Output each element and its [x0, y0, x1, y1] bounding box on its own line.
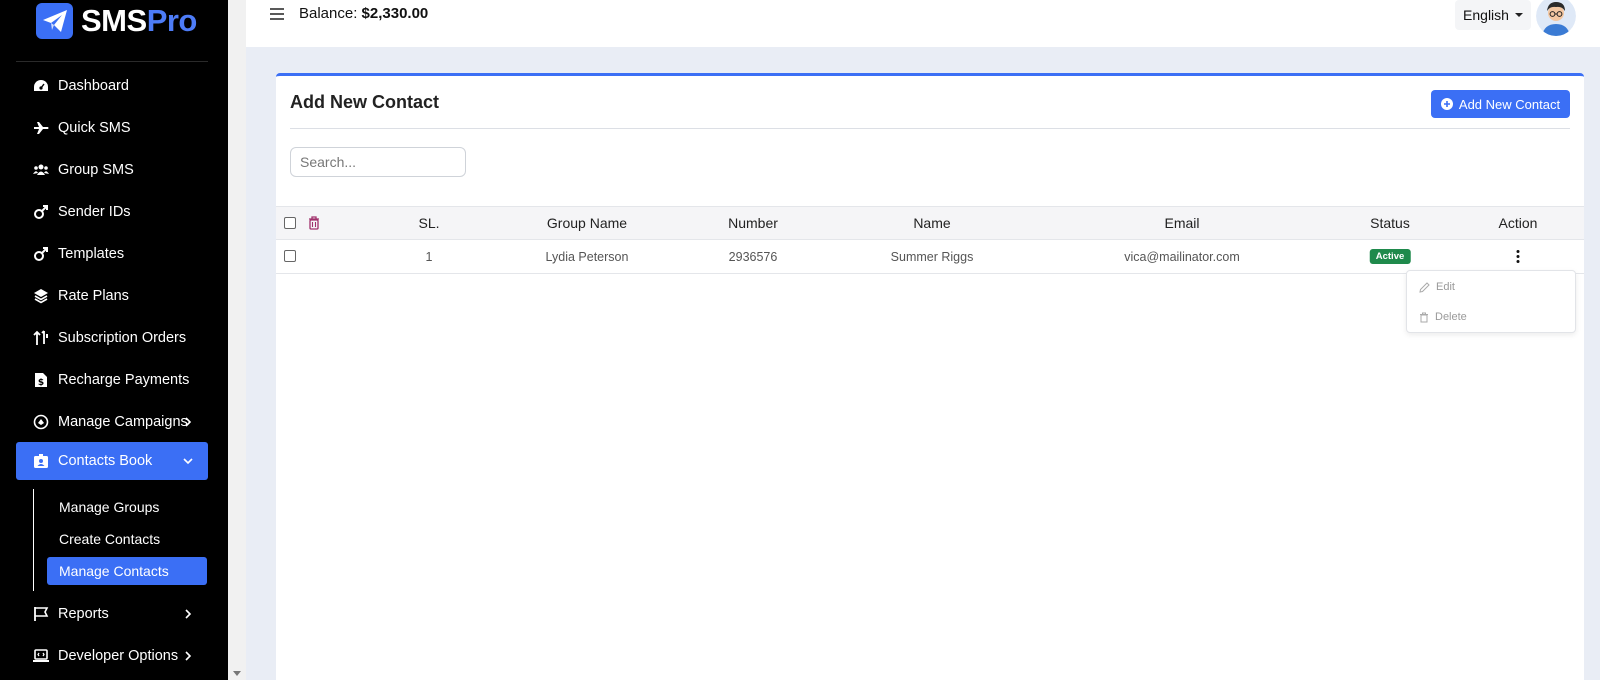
balance-amount: $2,330.00	[361, 5, 429, 22]
delete-label: Delete	[1435, 311, 1467, 323]
trash-icon	[1420, 312, 1428, 322]
brand-logo[interactable]: SMSPro	[36, 3, 197, 39]
sidebar-item-sender-ids[interactable]: Sender IDs	[16, 193, 208, 231]
sidebar-item-label: Rate Plans	[58, 288, 129, 304]
submenu-item-create-contacts[interactable]: Create Contacts	[47, 525, 207, 553]
language-label: English	[1463, 7, 1509, 23]
delete-menu-item[interactable]: Delete	[1419, 307, 1467, 327]
sidebar-item-reports[interactable]: Reports	[16, 595, 208, 633]
sidebar-item-contacts-book[interactable]: Contacts Book	[16, 442, 208, 480]
row-checkbox[interactable]	[284, 250, 296, 262]
scroll-down-arrow-icon[interactable]	[233, 671, 241, 676]
mars-icon	[32, 203, 50, 221]
flag-icon	[32, 605, 50, 623]
submenu-guide-line	[33, 489, 34, 591]
sidebar-item-templates[interactable]: Templates	[16, 235, 208, 273]
sidebar-item-label: Reports	[58, 606, 109, 622]
sidebar-item-quick-sms[interactable]: Quick SMS	[16, 109, 208, 147]
mars-icon	[32, 245, 50, 263]
table-header: SL. Group Name Number Name Email Status …	[276, 206, 1584, 240]
sidebar-item-label: Dashboard	[58, 78, 129, 94]
sidebar-item-subscription-orders[interactable]: Subscription Orders	[16, 319, 208, 357]
kebab-menu-icon[interactable]	[1511, 248, 1526, 265]
sidebar-item-group-sms[interactable]: Group SMS	[16, 151, 208, 189]
sidebar-item-developer-options[interactable]: Developer Options	[16, 637, 208, 675]
row-action-dropdown: Edit Delete	[1406, 270, 1576, 333]
logo-divider	[16, 61, 208, 62]
cell-action	[1511, 240, 1526, 273]
sidebar-item-recharge-payments[interactable]: $ Recharge Payments	[16, 361, 208, 399]
column-header-email: Email	[1164, 215, 1200, 231]
add-new-contact-label: Add New Contact	[1458, 96, 1561, 112]
select-all-checkbox[interactable]	[284, 217, 296, 229]
plane-icon	[32, 119, 50, 137]
sidebar-item-label: Group SMS	[58, 162, 134, 178]
caret-down-icon	[1514, 13, 1523, 17]
campaign-icon	[32, 413, 50, 431]
dashboard-gauge-icon	[32, 77, 50, 95]
cell-status: Active	[1369, 240, 1411, 273]
column-header-group-name: Group Name	[546, 215, 628, 231]
sidebar-item-dashboard[interactable]: Dashboard	[16, 67, 208, 105]
invoice-dollar-icon: $	[32, 371, 50, 389]
users-icon	[32, 161, 50, 179]
sidebar-item-label: Manage Campaigns	[58, 414, 188, 430]
column-header-action: Action	[1498, 215, 1538, 231]
hamburger-menu-icon[interactable]	[268, 6, 286, 22]
cell-email: vica@mailinator.com	[1124, 249, 1240, 264]
chevron-right-icon	[180, 414, 196, 430]
top-bar: Balance: $2,330.00 English	[246, 0, 1600, 47]
sidebar-item-label: Sender IDs	[58, 204, 131, 220]
cell-number: 2936576	[728, 249, 778, 264]
laptop-code-icon	[32, 647, 50, 665]
status-badge: Active	[1369, 249, 1411, 264]
plus-circle-icon	[1440, 98, 1453, 110]
sidebar-item-label: Contacts Book	[58, 453, 153, 469]
paper-plane-icon	[36, 3, 73, 39]
balance-display: Balance: $2,330.00	[299, 5, 428, 22]
layers-icon	[32, 287, 50, 305]
user-avatar[interactable]	[1536, 0, 1576, 36]
edit-label: Edit	[1436, 281, 1455, 293]
chevron-right-icon	[180, 606, 196, 622]
trash-icon[interactable]	[308, 216, 320, 235]
submenu-item-manage-contacts[interactable]: Manage Contacts	[47, 557, 207, 585]
sidebar-item-label: Subscription Orders	[58, 330, 187, 346]
add-new-contact-button[interactable]: Add New Contact	[1431, 90, 1570, 118]
column-header-status: Status	[1370, 215, 1410, 231]
contact-card-icon	[32, 452, 50, 470]
column-header-number: Number	[728, 215, 778, 231]
sidebar-scrollbar[interactable]	[228, 0, 246, 680]
search-input[interactable]	[290, 147, 466, 177]
sort-arrows-icon	[32, 329, 50, 347]
submenu-item-manage-groups[interactable]: Manage Groups	[47, 493, 207, 521]
sidebar-item-label: Recharge Payments	[58, 372, 190, 388]
sidebar-item-label: Developer Options	[58, 648, 179, 664]
balance-label: Balance:	[299, 5, 358, 22]
table-row: 1 Lydia Peterson 2936576 Summer Riggs vi…	[276, 240, 1584, 274]
sidebar-item-label: Quick SMS	[58, 120, 131, 136]
brand-name: SMSPro	[81, 3, 197, 38]
sidebar: SMSPro Dashboard Quick SMS Group SMS Sen…	[0, 0, 228, 680]
sidebar-item-manage-campaigns[interactable]: Manage Campaigns	[16, 403, 208, 441]
cell-group-name: Lydia Peterson	[545, 249, 629, 264]
chevron-down-icon	[180, 453, 196, 469]
contacts-card: Add New Contact Add New Contact SL. Grou…	[276, 73, 1584, 680]
page-title: Add New Contact	[290, 92, 440, 112]
edit-menu-item[interactable]: Edit	[1419, 277, 1455, 297]
cell-name: Summer Riggs	[890, 249, 974, 264]
cell-sl: 1	[425, 249, 433, 264]
sidebar-item-rate-plans[interactable]: Rate Plans	[16, 277, 208, 315]
language-selector[interactable]: English	[1455, 0, 1531, 30]
chevron-right-icon	[180, 648, 196, 664]
pencil-icon	[1419, 281, 1430, 293]
sidebar-item-label: Templates	[58, 246, 125, 262]
column-header-sl: SL.	[418, 215, 440, 231]
column-header-name: Name	[913, 215, 951, 231]
svg-text:$: $	[38, 378, 44, 388]
card-divider	[290, 128, 1570, 129]
